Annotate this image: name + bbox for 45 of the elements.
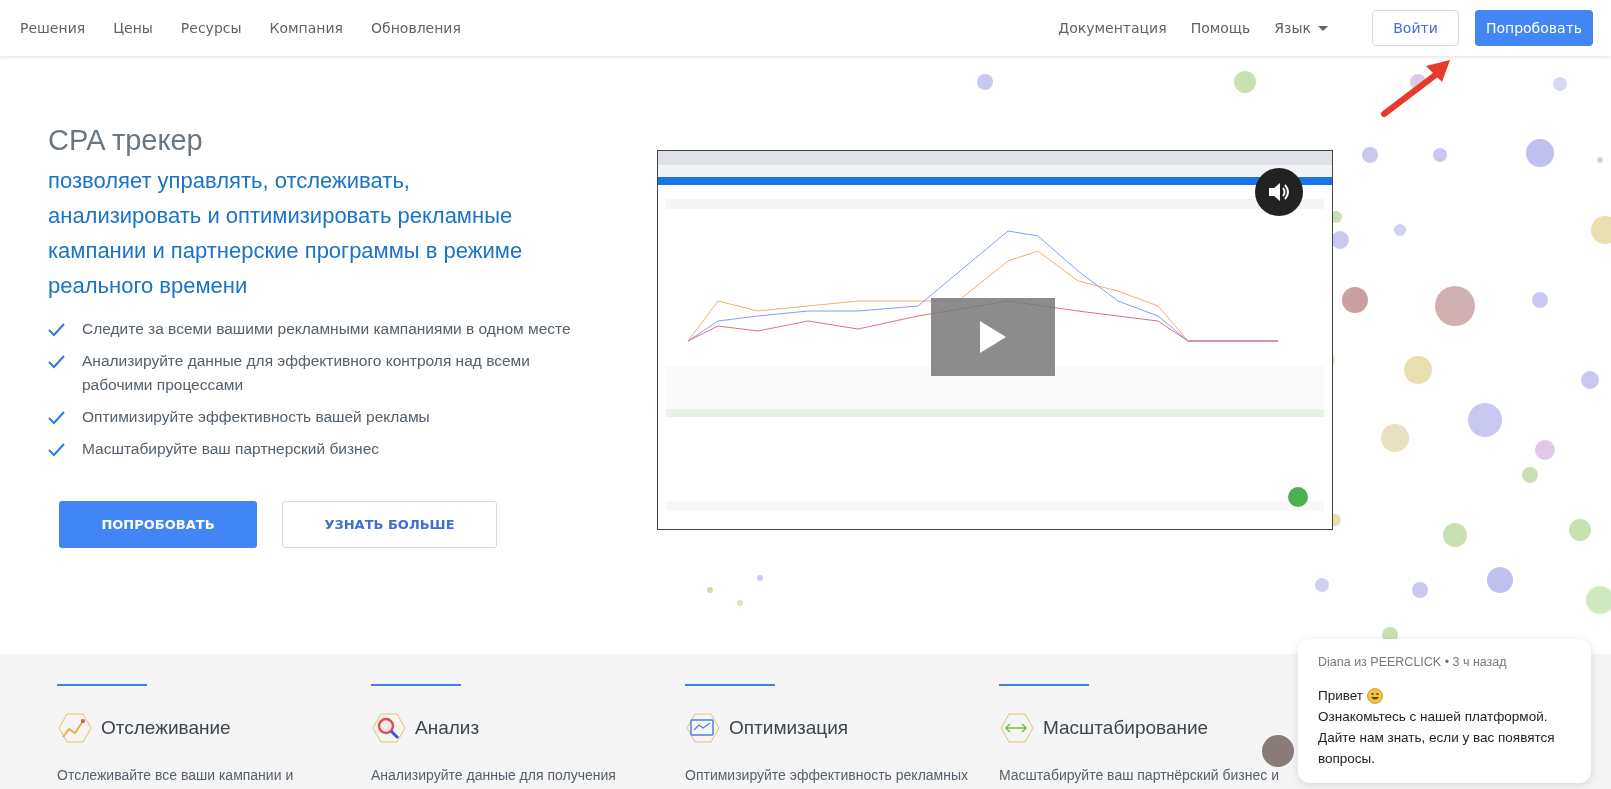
- magnifier-icon: [371, 711, 407, 745]
- nav-link[interactable]: Ресурсы: [171, 20, 251, 36]
- hero-title: CPA трекер: [48, 124, 204, 157]
- learn-more-button[interactable]: УЗНАТЬ БОЛЬШЕ: [282, 501, 497, 548]
- play-button[interactable]: [931, 298, 1055, 376]
- nav-link[interactable]: Компания: [260, 20, 353, 36]
- chat-author: Diana из PEERCLICK • 3 ч назад: [1318, 655, 1508, 669]
- chart-icon: [57, 711, 93, 745]
- card-title: Масштабирование: [1043, 717, 1209, 739]
- card-text: Оптимизируйте эффективность рекламных: [685, 767, 970, 783]
- card-title: Анализ: [415, 717, 480, 739]
- smiley-icon: [1367, 687, 1383, 704]
- nav-link[interactable]: Цены: [104, 20, 162, 36]
- nav-link[interactable]: Помощь: [1181, 20, 1260, 36]
- volume-icon: [1267, 180, 1291, 204]
- card-text: Анализируйте данные для получения: [371, 767, 617, 783]
- check-icon: [48, 442, 65, 457]
- play-icon: [980, 321, 1006, 353]
- arrow-drawing: [1381, 60, 1450, 117]
- nav-link[interactable]: Документация: [1049, 20, 1176, 36]
- check-icon: [48, 322, 65, 337]
- try-button[interactable]: Попробовать: [1475, 10, 1593, 46]
- card-text: Масштабируйте ваш партнёрский бизнес и: [999, 767, 1280, 783]
- check-icon: [48, 410, 65, 425]
- chat-message: Ознакомьтесь с нашей платформой.: [1318, 708, 1548, 726]
- chat-message: Дайте нам знать, если у вас появятся: [1318, 729, 1555, 747]
- chat-message: Привет: [1318, 687, 1363, 705]
- feature-text: Анализируйте данные для эффективного контроля над всеми рабочими процессами: [82, 351, 531, 395]
- chat-message: вопросы.: [1318, 750, 1376, 768]
- feature-text: Оптимизируйте эффективность вашей рекламы: [82, 407, 431, 427]
- card-title: Оптимизация: [729, 717, 849, 739]
- card-title: Отслеживание: [101, 717, 231, 739]
- caret-icon: [1318, 25, 1328, 31]
- nav-link[interactable]: Решения: [11, 20, 95, 36]
- feature-text: Следите за всеми вашими рекламными кампаниями в одном месте: [82, 319, 572, 339]
- monitor-icon: [685, 711, 721, 745]
- feature-text: Масштабируйте ваш партнерский бизнес: [82, 439, 381, 459]
- hero-subtitle: позволяет управлять, отслеживать, анализировать и оптимизировать рекламные кампании и партнерские программы в режиме реального времени: [48, 167, 524, 300]
- card-text: Отслеживайте все ваши кампании и: [57, 767, 295, 783]
- nav-link[interactable]: Обновления: [362, 20, 470, 36]
- check-icon: [48, 354, 65, 369]
- try-button[interactable]: ПОПРОБОВАТЬ: [59, 501, 257, 548]
- login-button[interactable]: Войти: [1372, 10, 1459, 46]
- arrows-icon: [999, 711, 1035, 745]
- language-dropdown[interactable]: Язык: [1265, 20, 1337, 36]
